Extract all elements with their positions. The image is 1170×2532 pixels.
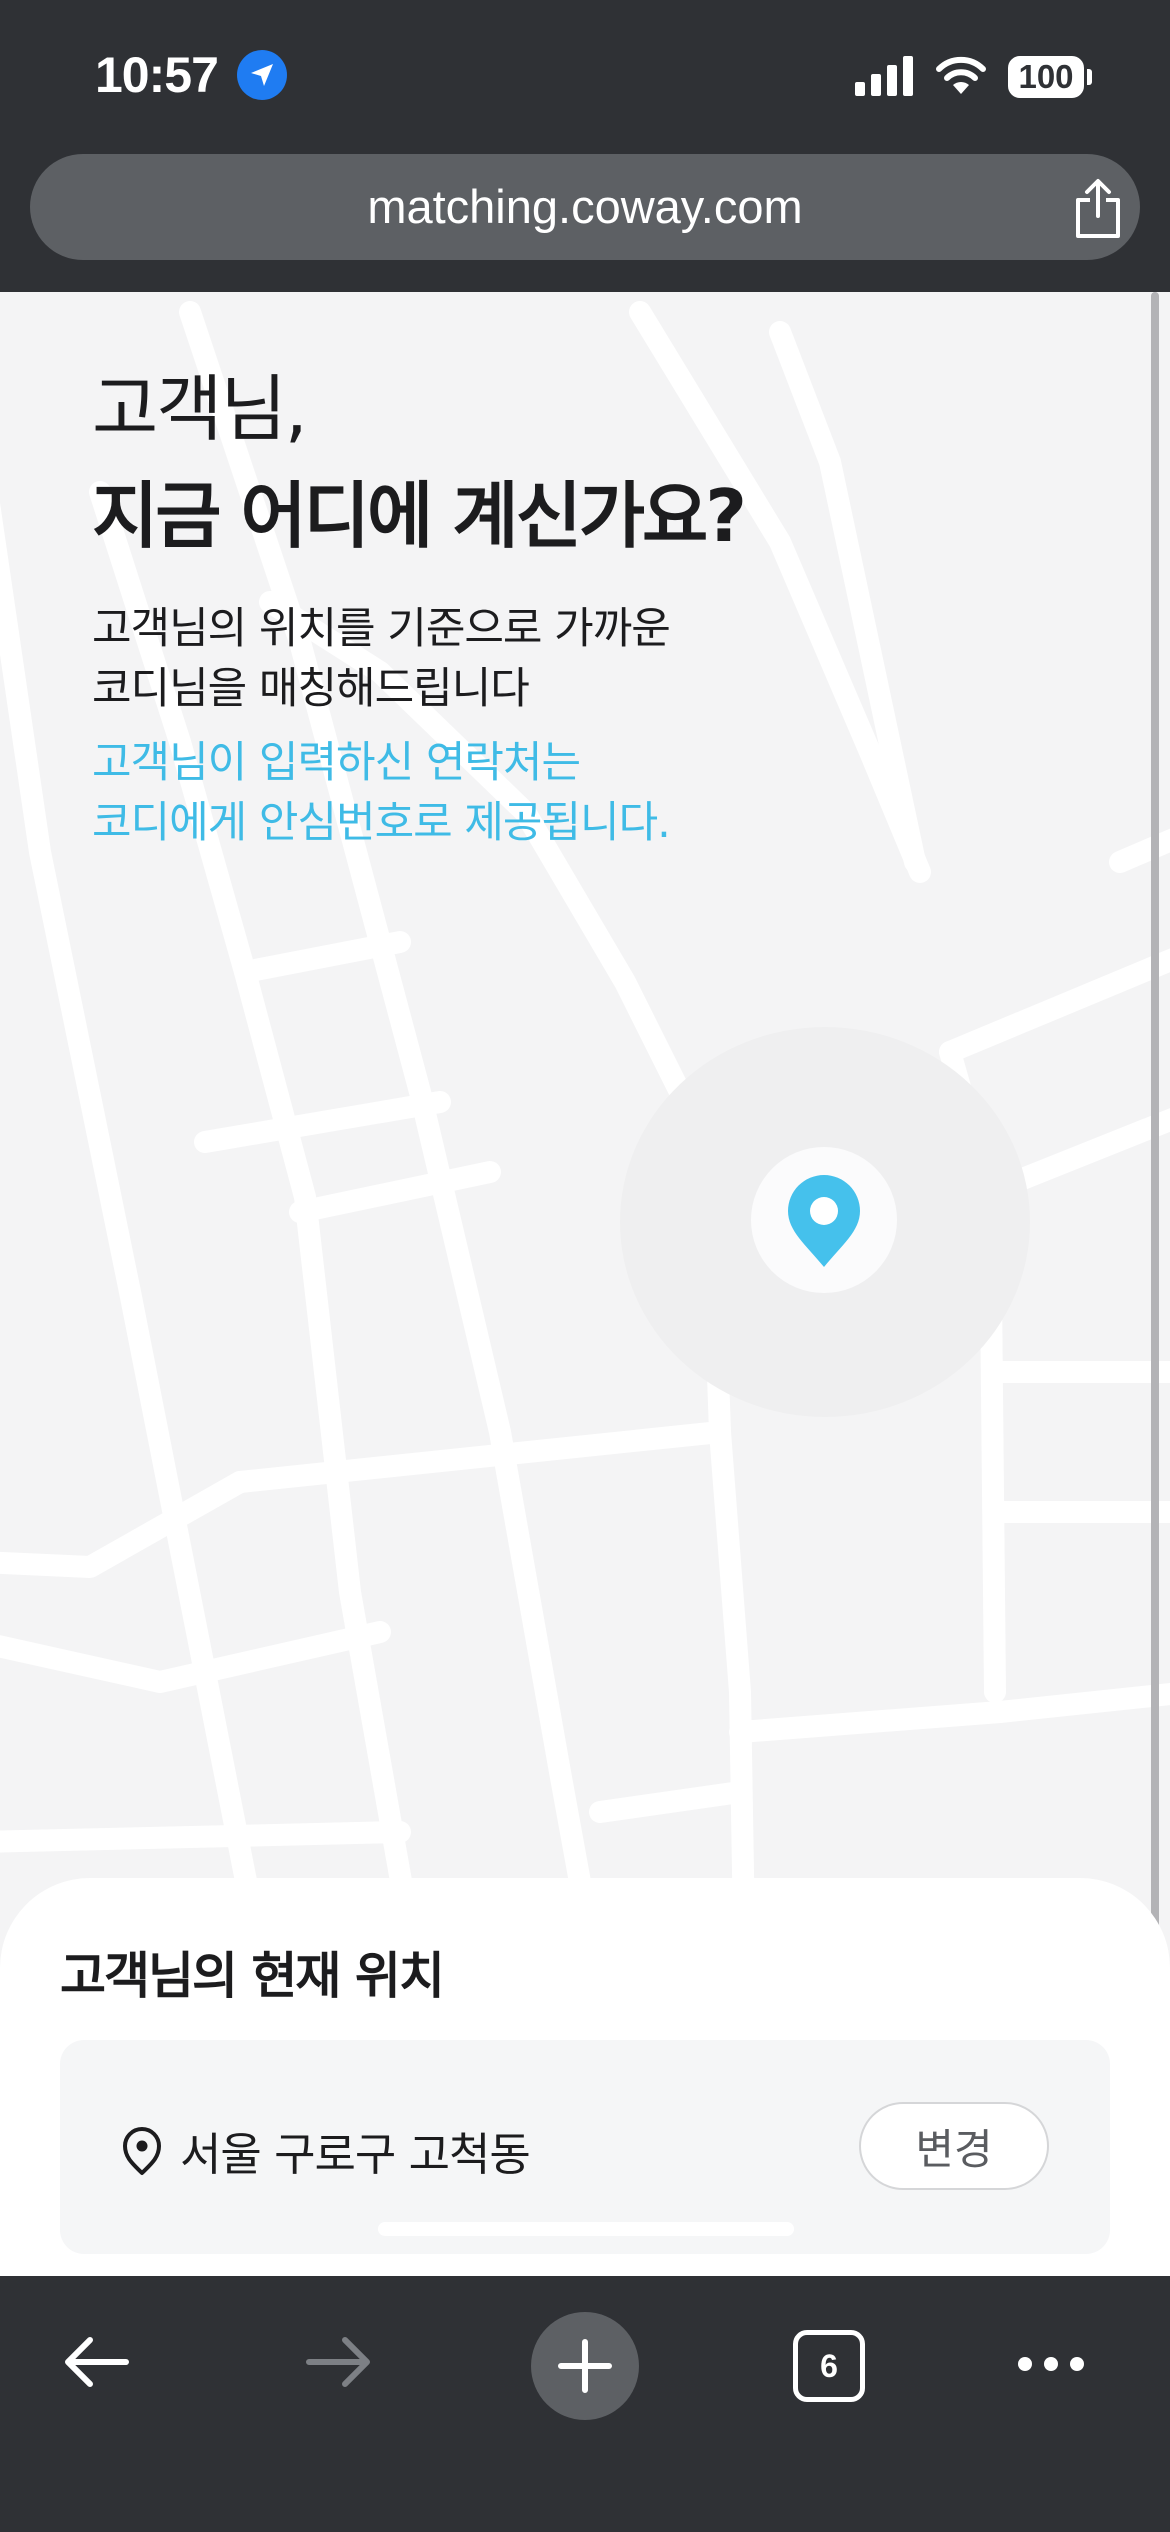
status-time: 10:57 <box>95 47 219 103</box>
tabs-button[interactable]: 6 <box>793 2330 865 2402</box>
privacy-notice-line-1: 고객님이 입력하신 연락처는 <box>92 738 581 788</box>
new-tab-button[interactable] <box>531 2312 639 2420</box>
location-pin-icon <box>123 2127 161 2175</box>
more-icon[interactable] <box>1015 2354 1087 2374</box>
battery-level: 100 <box>1018 58 1074 95</box>
sheet-title: 고객님의 현재 위치 <box>60 1947 445 2005</box>
battery-icon: 100 <box>1008 56 1084 98</box>
tab-count: 6 <box>820 2348 838 2384</box>
change-location-button[interactable]: 변경 <box>859 2102 1049 2190</box>
description-line-2: 코디님을 매칭해드립니다 <box>92 664 530 714</box>
browser-address-area: matching.coway.com <box>0 150 1170 292</box>
battery-tip <box>1087 69 1092 85</box>
current-location-text: 서울 구로구 고척동 <box>180 2128 531 2181</box>
url-bar[interactable]: matching.coway.com <box>30 154 1140 260</box>
browser-toolbar: 6 <box>0 2276 1170 2532</box>
forward-arrow-icon[interactable] <box>303 2330 375 2394</box>
cellular-signal-icon <box>855 56 913 96</box>
back-arrow-icon[interactable] <box>60 2330 132 2394</box>
map-pin-icon <box>788 1175 860 1267</box>
location-pin-marker[interactable] <box>751 1147 897 1293</box>
description-line-1: 고객님의 위치를 기준으로 가까운 <box>92 604 671 654</box>
page-title-greeting: 고객님, <box>92 367 308 451</box>
privacy-notice-line-2: 코디에게 안심번호로 제공됩니다. <box>92 798 671 848</box>
wifi-icon <box>936 56 986 94</box>
page-content: 고객님, 지금 어디에 계신가요? 고객님의 위치를 기준으로 가까운 코디님을… <box>0 292 1170 2276</box>
scrollbar[interactable] <box>1151 292 1159 2142</box>
page-title-question: 지금 어디에 계신가요? <box>92 474 747 558</box>
url-text: matching.coway.com <box>367 180 803 233</box>
share-icon[interactable] <box>1070 178 1126 240</box>
status-bar: 10:57 100 <box>0 0 1170 150</box>
location-arrow-icon <box>237 50 287 100</box>
current-location-sheet: 고객님의 현재 위치 서울 구로구 고척동 변경 <box>0 1878 1170 2276</box>
home-indicator[interactable] <box>378 2222 794 2236</box>
plus-icon <box>558 2339 612 2393</box>
